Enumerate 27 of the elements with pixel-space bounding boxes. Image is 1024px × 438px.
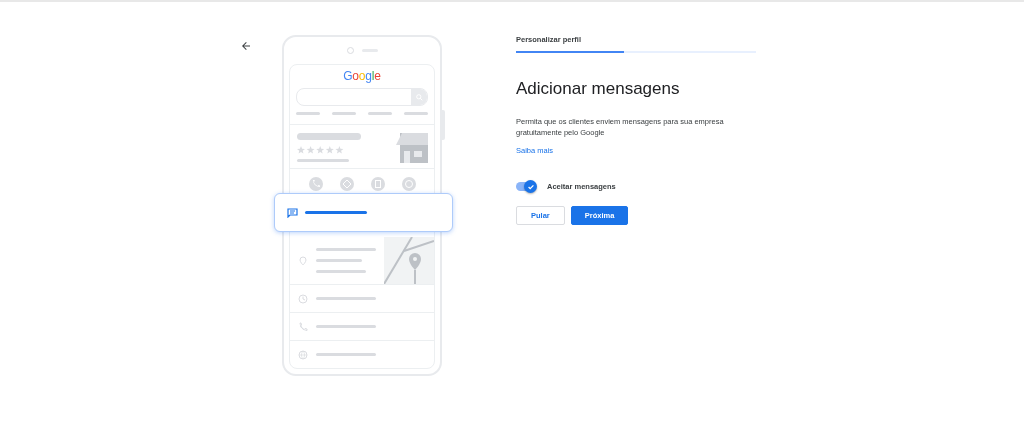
directions-icon: [339, 177, 354, 191]
placeholder-line: [296, 112, 320, 115]
placeholder-line: [316, 297, 376, 300]
bookmark-icon: [370, 177, 385, 191]
phone-icon: [298, 321, 308, 332]
placeholder-line: [316, 259, 362, 262]
back-arrow-icon[interactable]: [240, 40, 252, 52]
placeholder-line: [368, 112, 392, 115]
storefront-icon: [396, 133, 428, 163]
placeholder-line: [332, 112, 356, 115]
placeholder-line: [316, 325, 376, 328]
message-icon: [287, 207, 298, 218]
placeholder-line: [316, 353, 376, 356]
location-pin-icon: [298, 255, 308, 266]
placeholder-line: [305, 211, 367, 214]
placeholder-line: [404, 112, 428, 115]
check-icon: [526, 182, 535, 191]
toggle-switch[interactable]: [516, 182, 536, 191]
page-title: Adicionar mensagens: [516, 79, 681, 99]
clock-icon: [298, 293, 308, 304]
placeholder-line: [316, 248, 376, 251]
google-logo: Google: [342, 68, 382, 83]
placeholder-line: [316, 270, 366, 273]
placeholder-line: [297, 159, 349, 162]
stars-icon: [297, 146, 345, 154]
placeholder-line: [297, 133, 361, 140]
phone-icon: [308, 177, 323, 191]
